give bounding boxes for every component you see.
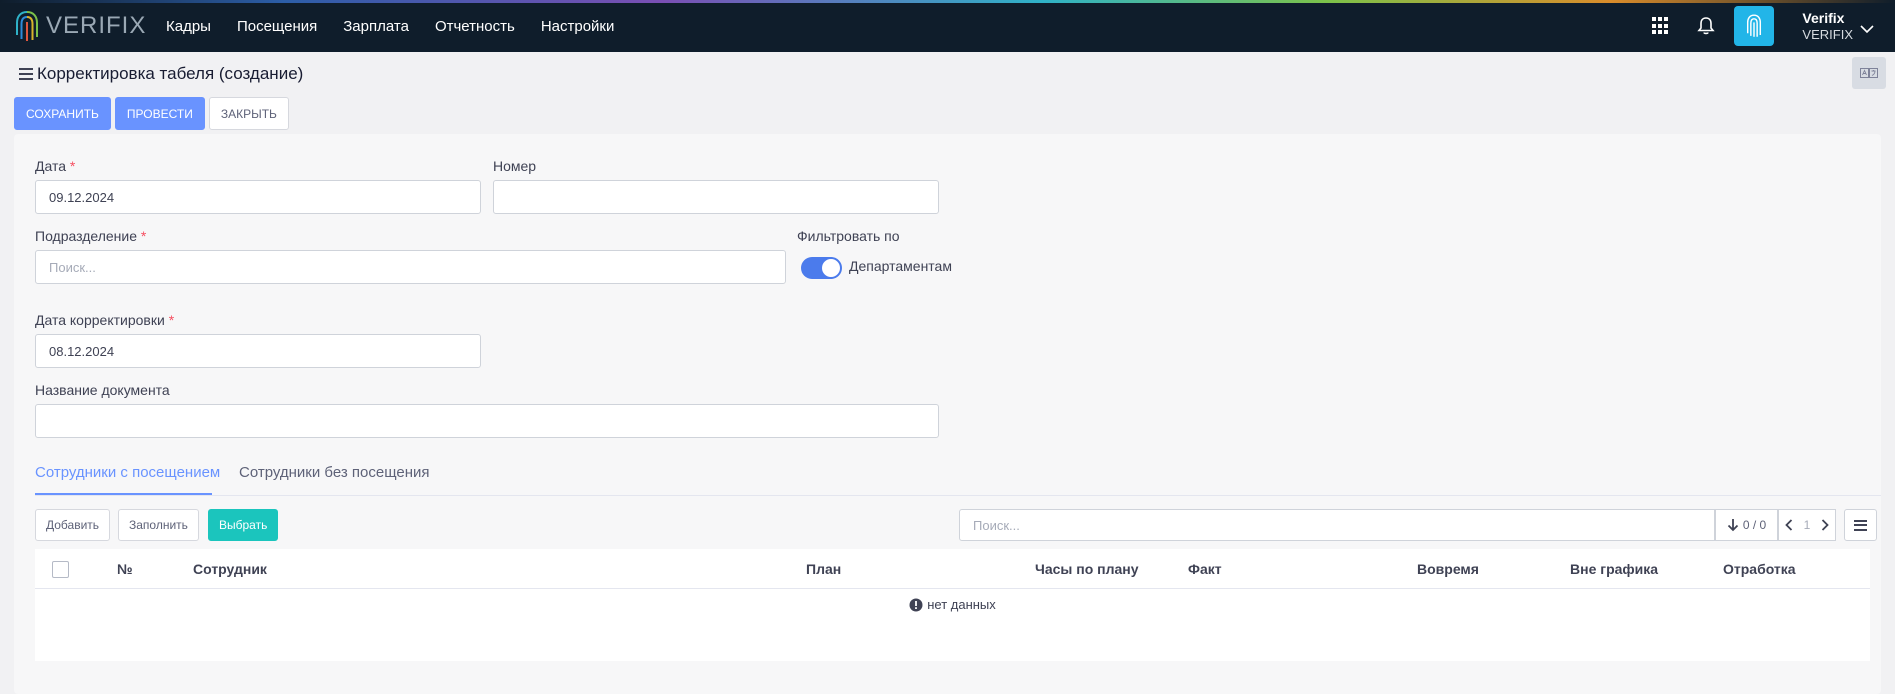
table-header: № Сотрудник План Часы по плану Факт Вовр…	[35, 549, 1870, 589]
date-label: Дата *	[35, 158, 76, 174]
nav-item-nastroyki[interactable]: Настройки	[541, 18, 615, 35]
employees-table: № Сотрудник План Часы по плану Факт Вовр…	[35, 549, 1870, 661]
save-button[interactable]: СОХРАНИТЬ	[14, 97, 111, 130]
page-header: Корректировка табеля (создание)	[19, 63, 303, 85]
select-button[interactable]: Выбрать	[208, 509, 279, 541]
column-number[interactable]: №	[117, 561, 133, 577]
action-bar: СОХРАНИТЬ ПРОВЕСТИ ЗАКРЫТЬ	[14, 97, 289, 130]
required-mark: *	[140, 228, 147, 244]
fingerprint-logo-icon	[16, 11, 38, 41]
column-on-time[interactable]: Вовремя	[1417, 561, 1479, 577]
filter-label: Фильтровать по	[797, 228, 900, 244]
main-nav: Кадры Посещения Зарплата Отчетность Наст…	[166, 0, 640, 52]
nav-item-poseshcheniya[interactable]: Посещения	[237, 18, 317, 35]
correction-date-field[interactable]: 08.12.2024	[35, 334, 481, 368]
division-label: Подразделение *	[35, 228, 147, 244]
apps-grid-icon[interactable]	[1652, 17, 1670, 35]
division-search-input[interactable]: Поиск...	[35, 250, 786, 284]
current-page: 1	[1803, 518, 1811, 532]
user-name: Verifix	[1802, 9, 1845, 26]
toggle-knob	[820, 257, 842, 279]
fill-button[interactable]: Заполнить	[118, 509, 199, 541]
user-org: VERIFIX	[1802, 26, 1853, 42]
grid-search-input[interactable]: Поиск...	[959, 509, 1715, 541]
info-icon	[909, 598, 923, 611]
date-field[interactable]: 09.12.2024	[35, 180, 481, 214]
hamburger-icon[interactable]	[19, 68, 33, 80]
column-plan[interactable]: План	[806, 561, 841, 577]
doc-name-label: Название документа	[35, 382, 170, 398]
empty-state: нет данных	[35, 597, 1870, 612]
nav-item-kadry[interactable]: Кадры	[166, 18, 211, 35]
active-tab-indicator	[35, 493, 212, 495]
doc-name-field[interactable]	[35, 404, 939, 438]
column-overtime[interactable]: Отработка	[1723, 561, 1796, 577]
tab-without-visits[interactable]: Сотрудники без посещения	[239, 464, 430, 481]
column-fact[interactable]: Факт	[1188, 561, 1222, 577]
translate-button[interactable]	[1852, 57, 1886, 89]
filter-toggle-label: Департаментам	[849, 258, 952, 274]
filter-departments-toggle[interactable]	[801, 257, 842, 279]
empty-text: нет данных	[927, 597, 996, 612]
number-field[interactable]	[493, 180, 939, 214]
nav-item-zarplata[interactable]: Зарплата	[343, 18, 409, 35]
number-label: Номер	[493, 158, 537, 174]
column-off-schedule[interactable]: Вне графика	[1570, 561, 1658, 577]
column-employee[interactable]: Сотрудник	[193, 561, 267, 577]
logo-text: VERIFIX	[46, 12, 147, 39]
arrow-down-icon	[1727, 519, 1738, 532]
tab-with-visits[interactable]: Сотрудники с посещением	[35, 464, 220, 481]
grid-menu-button[interactable]	[1844, 509, 1877, 541]
app-logo[interactable]: VERIFIX	[14, 9, 146, 43]
column-plan-hours[interactable]: Часы по плану	[1035, 561, 1139, 577]
form-card: Дата * 09.12.2024 Номер Подразделение * …	[14, 134, 1881, 694]
menu-icon	[1854, 519, 1867, 531]
fingerprint-icon	[1747, 14, 1762, 37]
chevron-left-icon[interactable]	[1785, 519, 1793, 531]
avatar[interactable]	[1734, 6, 1775, 46]
bell-icon[interactable]	[1696, 16, 1716, 36]
translate-icon	[1860, 68, 1878, 78]
record-counter: 0 / 0	[1742, 518, 1767, 532]
chevron-right-icon[interactable]	[1821, 519, 1829, 531]
topbar-right: Verifix VERIFIX	[1652, 0, 1895, 52]
pager: 1	[1778, 509, 1836, 541]
required-mark: *	[168, 312, 175, 328]
required-mark: *	[69, 158, 76, 174]
add-button[interactable]: Добавить	[35, 509, 111, 541]
select-all-checkbox[interactable]	[52, 561, 69, 578]
correction-date-label: Дата корректировки *	[35, 312, 175, 328]
user-menu[interactable]: Verifix VERIFIX	[1802, 10, 1853, 43]
post-button[interactable]: ПРОВЕСТИ	[114, 97, 205, 130]
employee-tabs: Сотрудники с посещением Сотрудники без п…	[35, 456, 1881, 496]
sort-counter[interactable]: 0 / 0	[1715, 509, 1778, 541]
top-navbar: VERIFIX Кадры Посещения Зарплата Отчетно…	[0, 0, 1895, 52]
page-title: Корректировка табеля (создание)	[37, 64, 304, 83]
chevron-down-icon[interactable]	[1859, 21, 1875, 37]
nav-item-otchetnost[interactable]: Отчетность	[435, 18, 515, 35]
close-button[interactable]: ЗАКРЫТЬ	[208, 97, 289, 130]
